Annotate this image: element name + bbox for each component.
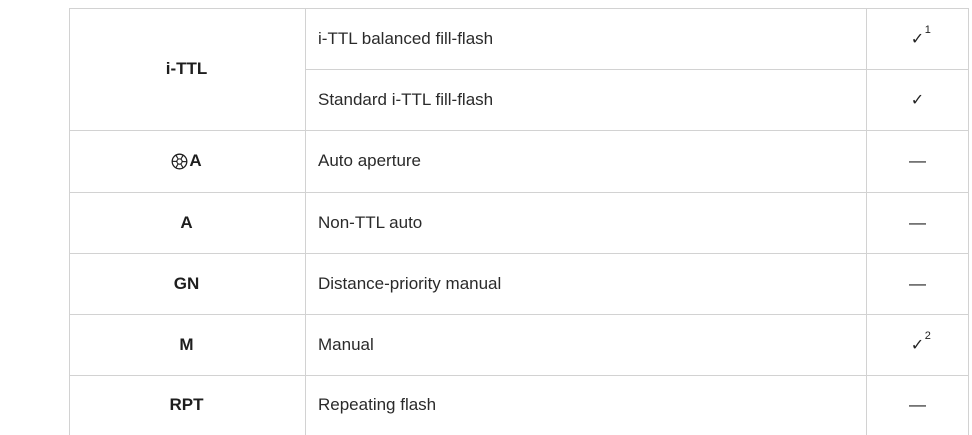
not-supported-dash: — xyxy=(909,395,926,414)
support-cell: — xyxy=(866,375,969,435)
description-cell: Standard i-TTL fill-flash xyxy=(305,69,865,130)
mode-label: M xyxy=(179,334,194,354)
auto-aperture-icon xyxy=(171,153,188,169)
not-supported-dash: — xyxy=(909,212,926,232)
support-cell: ✓ 1 xyxy=(866,8,969,69)
flash-mode-table: i-TTL i-TTL balanced fill-flash ✓ 1 Stand… xyxy=(0,8,969,435)
description-cell: Auto aperture xyxy=(305,130,865,192)
mode-cell-auto-aperture: A xyxy=(69,130,304,192)
description-label: Repeating flash xyxy=(318,395,437,414)
checkmark-icon: ✓ 2 xyxy=(911,330,931,355)
description-label: i-TTL balanced fill-flash xyxy=(318,28,494,48)
checkmark-icon: ✓ xyxy=(910,89,925,109)
mode-label: i-TTL xyxy=(165,59,208,78)
support-cell: — xyxy=(866,253,969,314)
mode-label: A xyxy=(180,212,193,232)
support-cell: — xyxy=(866,192,969,253)
description-label: Non-TTL auto xyxy=(318,212,423,232)
description-cell: Manual xyxy=(305,314,865,375)
support-cell: — xyxy=(866,130,969,192)
description-cell: Repeating flash xyxy=(305,375,865,435)
description-label: Auto aperture xyxy=(318,151,422,170)
checkmark-icon: ✓ 1 xyxy=(911,24,931,49)
mode-cell-gn: GN xyxy=(69,253,304,314)
mode-label: A xyxy=(189,151,202,170)
mode-cell-rpt: RPT xyxy=(69,375,304,435)
mode-cell-ittl: i-TTL xyxy=(69,8,304,130)
support-cell: ✓ 2 xyxy=(866,314,969,375)
footnote-marker: 2 xyxy=(924,329,931,342)
mode-label: RPT xyxy=(169,395,204,414)
description-cell: Distance-priority manual xyxy=(305,253,865,314)
description-cell: i-TTL balanced fill-flash xyxy=(305,8,865,69)
description-label: Manual xyxy=(318,334,374,354)
footnote-marker: 1 xyxy=(924,23,931,36)
description-label: Distance-priority manual xyxy=(318,273,502,293)
description-label: Standard i-TTL fill-flash xyxy=(318,89,494,109)
description-cell: Non-TTL auto xyxy=(305,192,865,253)
mode-cell-m: M xyxy=(69,314,304,375)
mode-cell-a: A xyxy=(69,192,304,253)
not-supported-dash: — xyxy=(909,151,926,170)
support-cell: ✓ xyxy=(866,69,969,130)
not-supported-dash: — xyxy=(909,273,926,293)
mode-label: GN xyxy=(173,273,200,293)
